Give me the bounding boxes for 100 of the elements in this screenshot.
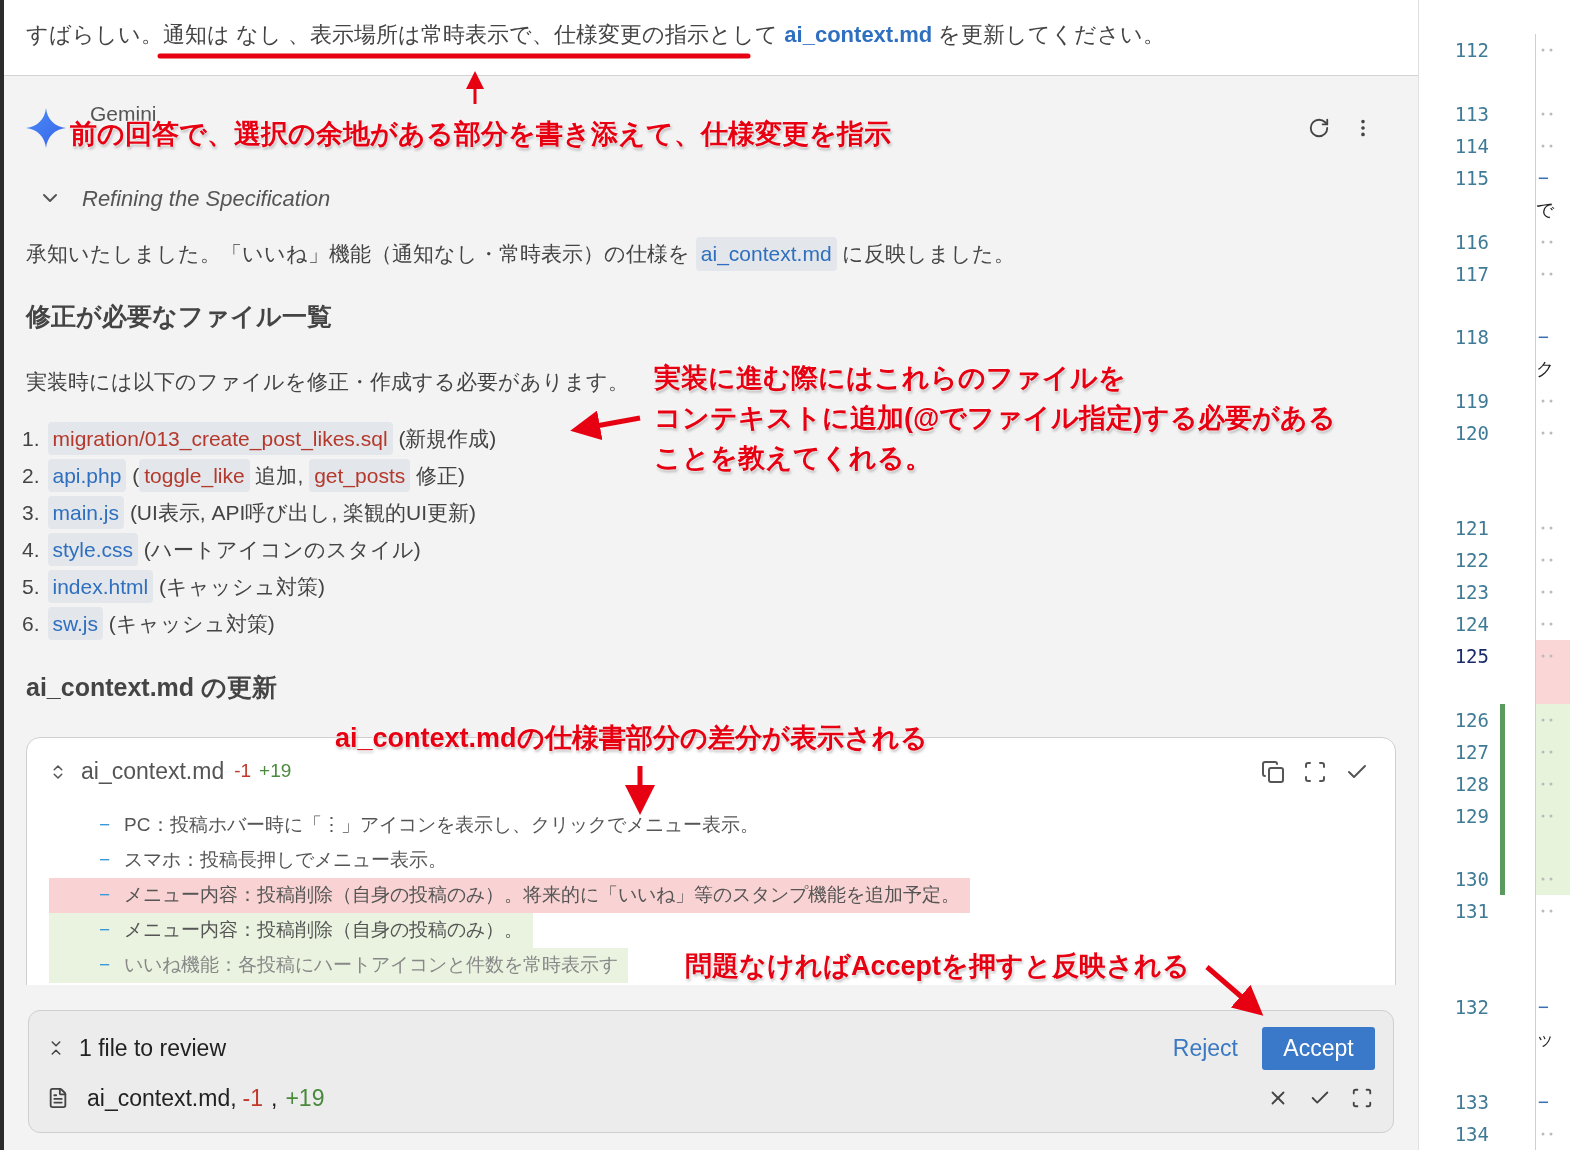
- thought-title[interactable]: Refining the Specification: [82, 181, 331, 215]
- line-number: 112: [1453, 38, 1489, 63]
- code-text: で: [1536, 197, 1555, 222]
- line-number: 131: [1453, 899, 1489, 925]
- sparkle-icon: [26, 108, 66, 148]
- section-heading: ai_context.md の更新: [26, 672, 279, 703]
- line-number: 123: [1453, 580, 1489, 606]
- code-text: ッ: [1536, 1026, 1555, 1051]
- indent-guide-icon: [1541, 143, 1555, 148]
- annotation-text: ai_context.mdの仕様書部分の差分が表示される: [335, 722, 928, 755]
- code-chip[interactable]: main.js: [47, 495, 125, 530]
- indent-guide-icon: [1541, 111, 1555, 116]
- code-chip[interactable]: api.php: [47, 458, 127, 493]
- file-list-item: 3. main.js (UI表示, API呼び出し, 楽観的UI更新): [22, 497, 477, 528]
- diff-text: メニュー内容：投稿削除（自身の投稿のみ）。将来的に「いいね」等のスタンプ機能を追加予定。: [124, 882, 961, 907]
- fullscreen-icon[interactable]: [1303, 759, 1327, 784]
- indent-guide-icon: [1541, 239, 1555, 244]
- indent-guide-icon: [1541, 654, 1555, 659]
- line-number: 128: [1453, 771, 1489, 797]
- line-number: 119: [1453, 389, 1489, 415]
- review-file-name: ai_context.md,: [87, 1083, 237, 1113]
- list-dash: −: [1537, 994, 1550, 1019]
- list-dash: −: [1537, 1090, 1550, 1114]
- indent-guide-icon: [1541, 271, 1555, 276]
- annotation-arrow: [625, 766, 655, 815]
- file-list-item: 6. sw.js (キャッシュ対策): [22, 608, 275, 639]
- indent-guide-icon: [1541, 877, 1555, 882]
- code-chip[interactable]: index.html: [47, 569, 154, 604]
- indent-guide-icon: [1541, 399, 1555, 404]
- file-list-item: 1. migration/013_create_post_likes.sql (新規作成): [22, 423, 497, 454]
- code-chip[interactable]: sw.js: [47, 606, 104, 641]
- code-chip[interactable]: style.css: [47, 532, 139, 567]
- response-text: 承知いたしました。「いいね」機能（通知なし・常時表示）の仕様を ai_context.md に反映しました。: [26, 236, 1396, 272]
- line-number: 115: [1453, 165, 1489, 191]
- annotation-text: 実装に進む際にはこれらのファイルを コンテキストに追加(@でファイル指定)する必要がある ことを教えてくれる。: [654, 362, 1337, 475]
- accept-button[interactable]: Accept: [1262, 1026, 1375, 1070]
- line-number: 113: [1453, 101, 1489, 127]
- removed-count: -1: [234, 759, 252, 784]
- annotation-arrow: [466, 71, 484, 104]
- body-text: 実装時には以下のファイルを修正・作成する必要があります。: [26, 368, 629, 395]
- line-number: 124: [1453, 612, 1489, 638]
- removed-count: -1: [242, 1083, 264, 1113]
- annotation-arrow: [570, 410, 641, 441]
- added-count: +19: [259, 759, 292, 784]
- indent-guide-icon: [1541, 558, 1555, 563]
- separator-text: ,: [271, 1083, 278, 1113]
- diff-file-name: ai_context.md: [81, 757, 225, 787]
- code-chip[interactable]: ai_context.md: [695, 237, 837, 271]
- file-list-item: 4. style.css (ハートアイコンのスタイル): [22, 534, 421, 565]
- diff-text: メニュー内容：投稿削除（自身の投稿のみ）。: [124, 917, 524, 942]
- line-number: 121: [1453, 516, 1489, 542]
- line-number: 117: [1453, 261, 1489, 287]
- list-dash: −: [99, 952, 111, 977]
- line-number: 133: [1453, 1090, 1489, 1115]
- indent-guide-icon: [1541, 749, 1555, 754]
- review-title: 1 file to review: [79, 1033, 226, 1063]
- list-dash: −: [99, 847, 111, 872]
- indent-guide-icon: [1541, 717, 1555, 722]
- indent-guide-icon: [1541, 909, 1555, 914]
- copy-icon[interactable]: [1261, 759, 1285, 784]
- list-dash: −: [99, 882, 111, 907]
- line-number: 114: [1453, 133, 1489, 159]
- list-dash: −: [1537, 165, 1550, 190]
- annotation-text: 問題なければAcceptを押すと反映される: [685, 950, 1191, 983]
- indent-guide-icon: [1541, 431, 1555, 436]
- line-number: 125: [1453, 644, 1489, 670]
- line-number: 120: [1453, 421, 1489, 447]
- line-number: 122: [1453, 548, 1489, 574]
- code-chip[interactable]: migration/013_create_post_likes.sql: [47, 421, 393, 456]
- code-text: ク: [1536, 357, 1555, 382]
- diff-text: PC：投稿ホバー時に「⋮」アイコンを表示し、クリックでメニュー表示。: [124, 812, 759, 837]
- indent-guide-icon: [1541, 813, 1555, 818]
- line-number: 116: [1453, 229, 1489, 255]
- line-number: 126: [1453, 707, 1489, 733]
- list-dash: −: [99, 812, 111, 837]
- line-number: 130: [1453, 867, 1489, 893]
- diff-text: スマホ：投稿長押しでメニュー表示。: [124, 847, 448, 872]
- fullscreen-icon[interactable]: [1351, 1087, 1373, 1109]
- prompt-text: すばらしい。通知は なし 、表示場所は常時表示で、仕様変更の指示として ai_context.md を更新してください。: [26, 22, 1166, 47]
- code-chip[interactable]: toggle_like: [139, 458, 250, 493]
- list-dash: −: [1537, 325, 1550, 350]
- annotation-arrow: [1205, 965, 1264, 1016]
- indent-guide-icon: [1541, 781, 1555, 786]
- line-number: 129: [1453, 803, 1489, 829]
- section-heading: 修正が必要なファイル一覧: [26, 301, 333, 332]
- indent-guide-icon: [1541, 622, 1555, 627]
- file-icon: [47, 1086, 69, 1110]
- file-list-item: 5. index.html (キャッシュ対策): [22, 571, 326, 602]
- file-list-item: 2. api.php ( toggle_like 追加, get_posts 修正): [22, 460, 466, 491]
- line-number: 127: [1453, 739, 1489, 765]
- line-number: 132: [1453, 994, 1489, 1020]
- indent-guide-icon: [1541, 590, 1555, 595]
- line-number: 118: [1453, 325, 1489, 351]
- indent-guide-icon: [1541, 526, 1555, 531]
- code-chip[interactable]: get_posts: [309, 458, 411, 493]
- line-number: 134: [1453, 1122, 1489, 1147]
- refresh-icon[interactable]: [1308, 117, 1330, 139]
- added-count: +19: [285, 1083, 325, 1113]
- reject-button[interactable]: Reject: [1164, 1030, 1246, 1066]
- diff-text: いいね機能：各投稿にハートアイコンと件数を常時表示す: [124, 952, 619, 977]
